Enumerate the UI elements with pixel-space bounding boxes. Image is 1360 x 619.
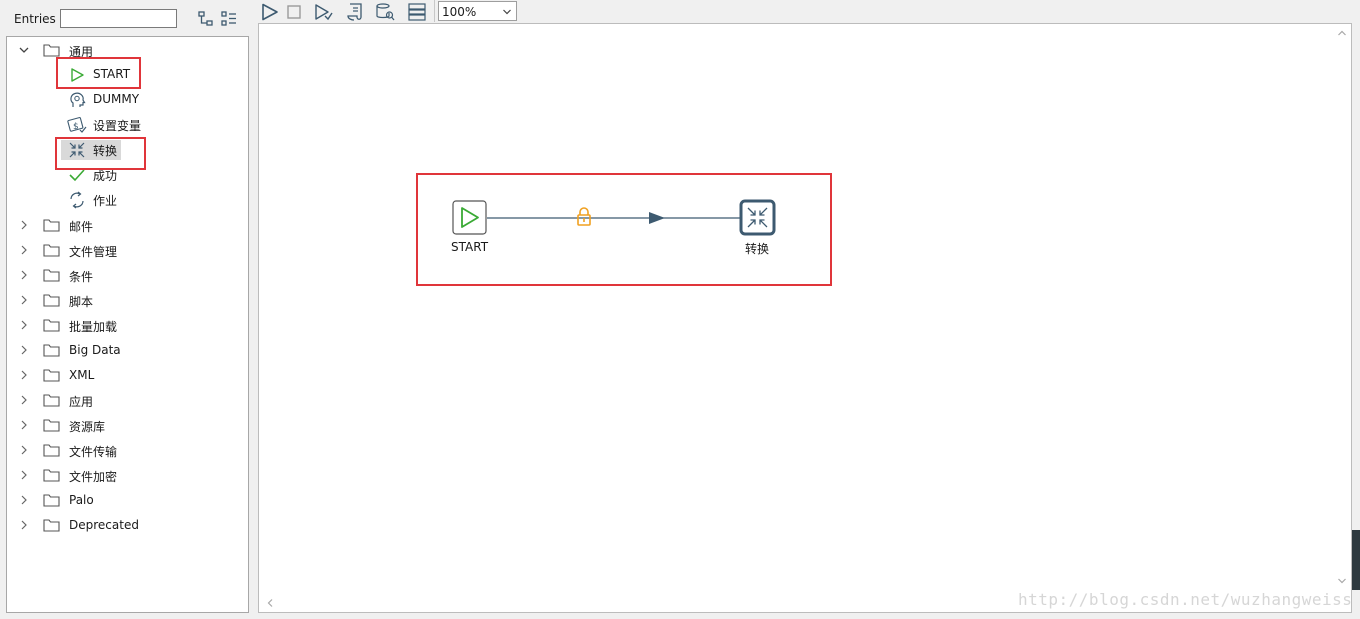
folder-icon [43,394,60,407]
folder-icon [43,294,60,307]
entries-tree: 通用 START DUMMY $ 设置变量 转换 成功 作业 邮件 文件管理 条… [6,36,249,613]
tree-folder-label: 资源库 [69,420,106,434]
tree-folder[interactable]: 批量加载 [17,315,217,337]
layout-icon[interactable] [407,2,427,22]
dummy-head-icon [70,92,86,107]
folder-icon [43,319,60,332]
highlight-box-graph [416,173,832,286]
tree-folder[interactable]: 资源库 [17,415,217,437]
toolbar-separator [434,0,435,22]
chevron-right-icon[interactable] [17,493,31,507]
tree-folder[interactable]: Palo [17,490,217,512]
entries-header: Entries [0,0,252,34]
chevron-down-icon [503,9,511,15]
scroll-left-icon[interactable] [265,598,275,608]
expand-tree-icon[interactable] [198,11,214,27]
folder-icon [43,369,60,382]
tree-folder-label: Big Data [69,343,121,357]
tree-item-set-variables[interactable]: $ 设置变量 [67,114,187,136]
tree-folder[interactable]: 应用 [17,390,217,412]
chevron-right-icon[interactable] [17,243,31,257]
folder-icon [43,219,60,232]
zoom-value: 100% [442,5,477,19]
set-variables-icon: $ [67,117,87,133]
entries-search-input[interactable] [60,9,177,28]
collapse-tree-icon[interactable] [221,11,237,27]
database-explore-icon[interactable] [375,2,395,22]
chevron-right-icon[interactable] [17,393,31,407]
tree-folder[interactable]: 文件管理 [17,240,217,262]
svg-text:$: $ [73,122,79,132]
chevron-right-icon[interactable] [17,293,31,307]
debug-script-icon[interactable] [345,2,365,22]
tree-item-label: 设置变量 [93,119,142,133]
tree-folder[interactable]: XML [17,365,217,387]
tree-folder-label: 文件管理 [69,245,118,259]
watermark-text: http://blog.csdn.net/wuzhangweiss [1018,590,1353,609]
tree-folder-label: Palo [69,493,94,507]
tree-folder-label: 批量加载 [69,320,118,334]
chevron-right-icon[interactable] [17,218,31,232]
chevron-right-icon[interactable] [17,343,31,357]
canvas-toolbar: 100% [256,0,1360,24]
folder-icon [43,269,60,282]
tree-folder-label: 应用 [69,395,94,409]
tree-folder[interactable]: Deprecated [17,515,217,537]
chevron-right-icon[interactable] [17,318,31,332]
tree-folder-label: 文件传输 [69,445,118,459]
chevron-right-icon[interactable] [17,518,31,532]
tree-folder-label: 邮件 [69,220,94,234]
zoom-select[interactable]: 100% [438,1,517,21]
chevron-down-icon[interactable] [17,43,31,57]
tree-folder[interactable]: Big Data [17,340,217,362]
highlight-box-transformation [55,137,146,170]
entries-panel: Entries 通用 START DUMMY $ 设置变量 转换 成功 作业 邮… [0,0,252,619]
vertical-scrollbar[interactable] [1333,24,1351,596]
tree-folder[interactable]: 文件传输 [17,440,217,462]
tree-item-label: DUMMY [93,92,140,106]
run-icon[interactable] [260,2,280,22]
window-edge-bar [1352,530,1360,590]
tree-item-label: 作业 [93,194,118,208]
folder-icon [43,44,60,57]
stop-icon[interactable] [284,2,304,22]
folder-icon [43,519,60,532]
folder-icon [43,469,60,482]
tree-folder-label: XML [69,368,95,382]
preview-icon[interactable] [313,2,333,22]
tree-folder-label: 脚本 [69,295,94,309]
folder-icon [43,244,60,257]
job-cycle-icon [70,191,84,209]
scroll-down-icon[interactable] [1337,576,1347,586]
job-canvas[interactable]: START 转换 [258,23,1352,613]
folder-icon [43,419,60,432]
scroll-up-icon[interactable] [1337,28,1347,38]
highlight-box-start [56,57,141,89]
entries-label: Entries [14,12,56,26]
job-graph[interactable] [259,24,1333,596]
folder-icon [43,444,60,457]
tree-folder[interactable]: 文件加密 [17,465,217,487]
tree-folder[interactable]: 邮件 [17,215,217,237]
chevron-right-icon[interactable] [17,468,31,482]
chevron-right-icon[interactable] [17,443,31,457]
tree-item-dummy[interactable]: DUMMY [67,89,187,111]
chevron-right-icon[interactable] [17,368,31,382]
folder-icon [43,494,60,507]
tree-folder-label: 文件加密 [69,470,118,484]
tree-folder[interactable]: 条件 [17,265,217,287]
chevron-right-icon[interactable] [17,418,31,432]
tree-folder-label: 条件 [69,270,94,284]
tree-folder-label: Deprecated [69,518,139,532]
tree-folder[interactable]: 脚本 [17,290,217,312]
tree-item-job[interactable]: 作业 [67,189,187,211]
chevron-right-icon[interactable] [17,268,31,282]
folder-icon [43,344,60,357]
